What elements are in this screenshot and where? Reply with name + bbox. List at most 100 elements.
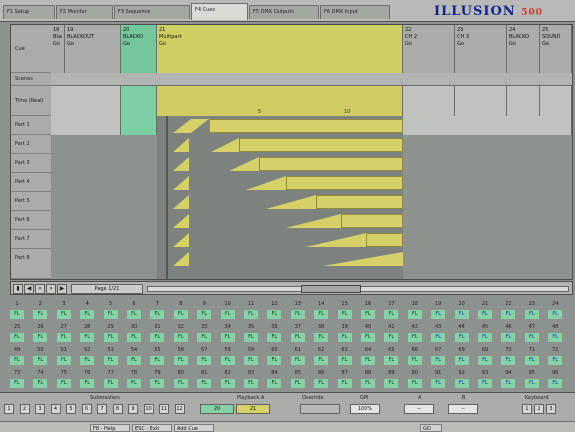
time-cell-23[interactable] xyxy=(455,86,507,116)
channel-level[interactable]: FL xyxy=(150,333,165,342)
submaster-key[interactable]: 2 xyxy=(19,404,30,414)
part3-bar[interactable] xyxy=(259,157,403,171)
status-exit[interactable]: ESC - Exit xyxy=(132,424,172,432)
submaster-key[interactable]: 9 xyxy=(128,404,138,414)
time-cell-24[interactable] xyxy=(507,86,540,116)
channel-level[interactable]: FL xyxy=(454,333,469,342)
channel-level[interactable]: FL xyxy=(197,333,212,342)
keypad-key-1[interactable]: 1 xyxy=(522,404,532,414)
channel-level[interactable]: FL xyxy=(80,310,95,319)
tab-dmx-input[interactable]: F6 DMX Input xyxy=(320,5,390,19)
forward-icon[interactable]: » xyxy=(46,284,56,294)
channel-level[interactable]: FL xyxy=(173,379,188,388)
part7-bar[interactable] xyxy=(366,233,403,247)
tab-dmx-outputs[interactable]: F5 DMX Outputs xyxy=(249,5,319,19)
channel-level[interactable]: FL xyxy=(173,356,188,365)
channel-level[interactable]: FL xyxy=(10,356,24,365)
b-field[interactable]: -- xyxy=(448,404,478,414)
channel-level[interactable]: FL xyxy=(173,310,188,319)
cue-header-21[interactable]: 21 Multipart Go xyxy=(157,25,403,73)
channel-level[interactable]: FL xyxy=(501,379,516,388)
channel-level[interactable]: FL xyxy=(267,379,282,388)
status-add-cue[interactable]: Add Cue xyxy=(174,424,214,432)
time-cell-22[interactable] xyxy=(403,86,455,116)
channel-level[interactable]: FL xyxy=(384,310,399,319)
channel-level[interactable]: FL xyxy=(127,356,141,365)
channel-level[interactable]: FL xyxy=(56,310,71,319)
gm-field[interactable]: 100% xyxy=(350,404,380,414)
channel-level[interactable]: FL xyxy=(220,379,235,388)
channel-level[interactable]: FL xyxy=(407,379,422,388)
cue-header-20[interactable]: 20 BLACKO Go xyxy=(121,25,157,73)
channel-level[interactable]: FL xyxy=(478,356,492,365)
channel-level[interactable]: FL xyxy=(10,310,24,319)
submaster-key[interactable]: 6 xyxy=(81,404,92,414)
channel-level[interactable]: FL xyxy=(290,356,305,365)
part5-bar[interactable] xyxy=(316,195,403,209)
channel-level[interactable]: FL xyxy=(384,333,399,342)
status-go[interactable]: GO xyxy=(420,424,442,432)
channel-level[interactable]: FL xyxy=(197,310,212,319)
time-cell-25[interactable] xyxy=(540,86,572,116)
a-field[interactable]: -- xyxy=(404,404,434,414)
channel-level[interactable]: FL xyxy=(524,310,539,319)
channel-level[interactable]: FL xyxy=(103,333,118,342)
time-cell-19[interactable] xyxy=(51,86,121,116)
channel-level[interactable]: FL xyxy=(267,310,282,319)
channel-level[interactable]: FL xyxy=(337,333,352,342)
part4-bar[interactable] xyxy=(286,176,403,190)
channel-level[interactable]: FL xyxy=(361,310,375,319)
channel-level[interactable]: FL xyxy=(197,379,212,388)
channel-level[interactable]: FL xyxy=(548,333,563,342)
channel-level[interactable]: FL xyxy=(431,310,446,319)
submaster-key[interactable]: 8 xyxy=(112,404,123,414)
keypad-key-3[interactable]: 3 xyxy=(546,404,556,414)
channel-level[interactable]: FL xyxy=(267,333,282,342)
channel-level[interactable]: FL xyxy=(33,379,48,388)
part2-bar[interactable] xyxy=(239,138,403,152)
tab-setup[interactable]: F1 Setup xyxy=(3,5,55,19)
submaster-key[interactable]: 3 xyxy=(35,404,45,414)
channel-level[interactable]: FL xyxy=(33,356,48,365)
channel-level[interactable]: FL xyxy=(478,310,492,319)
cue-header-24[interactable]: 24 BLACKO Go xyxy=(507,25,540,73)
channel-level[interactable]: FL xyxy=(337,379,352,388)
cue-header-25[interactable]: 25 SOUND Go xyxy=(540,25,572,73)
channel-level[interactable]: FL xyxy=(548,379,563,388)
channel-level[interactable]: FL xyxy=(290,379,305,388)
channel-level[interactable]: FL xyxy=(501,356,516,365)
channel-level[interactable]: FL xyxy=(314,333,329,342)
part6-bar[interactable] xyxy=(341,214,403,228)
channel-level[interactable]: FL xyxy=(361,356,375,365)
channel-level[interactable]: FL xyxy=(56,333,71,342)
rewind-icon[interactable]: « xyxy=(35,284,45,294)
channel-level[interactable]: FL xyxy=(103,379,118,388)
channel-level[interactable]: FL xyxy=(150,356,165,365)
cue-header-19[interactable]: 19 BLACKOUT Go xyxy=(65,25,121,73)
channel-level[interactable]: FL xyxy=(548,356,563,365)
page-field[interactable]: Page 1/21 xyxy=(71,284,143,294)
channel-level[interactable]: FL xyxy=(290,310,305,319)
channel-level[interactable]: FL xyxy=(150,310,165,319)
channel-level[interactable]: FL xyxy=(314,356,329,365)
submaster-key[interactable]: 4 xyxy=(50,404,61,414)
channel-level[interactable]: FL xyxy=(127,310,141,319)
tab-sequence[interactable]: F3 Sequence xyxy=(114,5,190,19)
channel-level[interactable]: FL xyxy=(244,379,258,388)
channel-level[interactable]: FL xyxy=(454,356,469,365)
page-next-button[interactable]: ▶ xyxy=(57,284,67,294)
channel-level[interactable]: FL xyxy=(407,310,422,319)
channel-level[interactable]: FL xyxy=(384,379,399,388)
submaster-key[interactable]: 11 xyxy=(159,404,169,414)
channel-level[interactable]: FL xyxy=(103,310,118,319)
channel-level[interactable]: FL xyxy=(454,310,469,319)
channel-level[interactable]: FL xyxy=(431,379,446,388)
channel-level[interactable]: FL xyxy=(407,356,422,365)
channel-level[interactable]: FL xyxy=(524,379,539,388)
channel-level[interactable]: FL xyxy=(244,310,258,319)
time-cell-21[interactable] xyxy=(157,86,403,116)
channel-level[interactable]: FL xyxy=(220,333,235,342)
submaster-key[interactable]: 1 xyxy=(4,404,14,414)
channel-level[interactable]: FL xyxy=(361,333,375,342)
submaster-key[interactable]: 5 xyxy=(66,404,76,414)
